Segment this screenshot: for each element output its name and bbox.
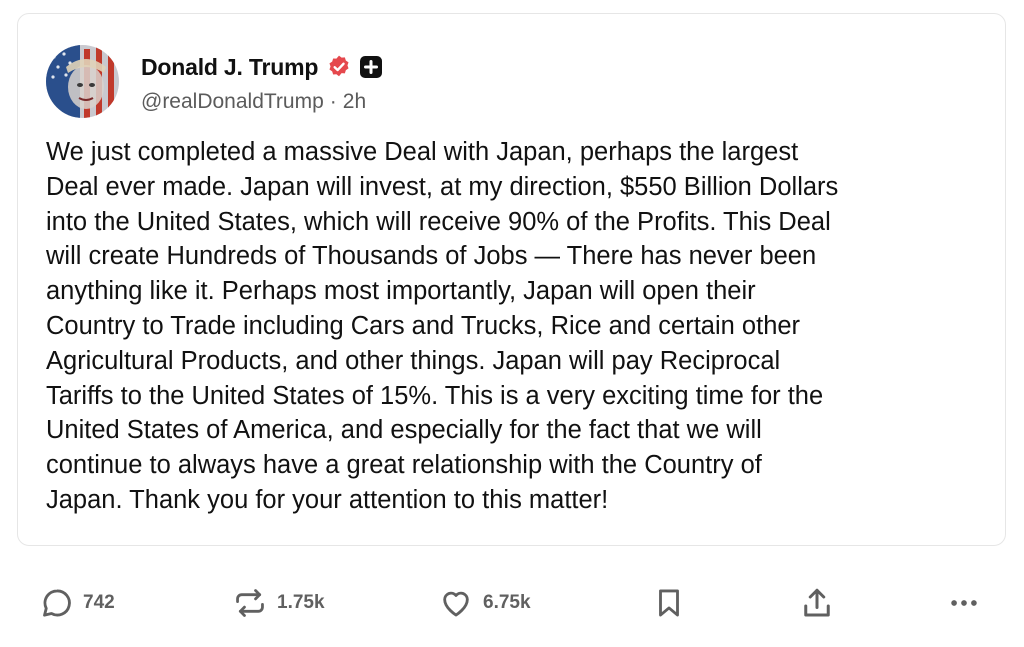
author-handle[interactable]: @realDonaldTrump xyxy=(141,90,324,114)
like-count: 6.75k xyxy=(483,592,531,613)
more-icon xyxy=(951,600,977,606)
verified-badge-icon xyxy=(326,54,352,80)
like-button[interactable]: 6.75k xyxy=(438,580,531,626)
reply-count: 742 xyxy=(83,592,115,613)
avatar-image xyxy=(46,45,119,118)
avatar[interactable] xyxy=(46,45,119,118)
post-timestamp[interactable]: 2h xyxy=(343,90,366,114)
more-options-button[interactable] xyxy=(946,580,982,626)
reply-button[interactable]: 742 xyxy=(40,580,115,626)
post-action-bar: 742 1.75k 6.75k xyxy=(0,580,1024,626)
author-display-name[interactable]: Donald J. Trump xyxy=(141,54,318,81)
separator-dot: · xyxy=(329,90,337,113)
post-card: Donald J. Trump @realDonaldTrump · 2h We… xyxy=(17,13,1006,546)
share-button[interactable] xyxy=(799,580,835,626)
bookmark-icon xyxy=(659,589,679,617)
bookmark-button[interactable] xyxy=(652,580,686,626)
heart-icon xyxy=(443,591,469,617)
post-text: We just completed a massive Deal with Ja… xyxy=(46,138,839,514)
retruth-icon xyxy=(236,589,264,617)
plus-badge-icon xyxy=(359,55,383,79)
retruth-button[interactable]: 1.75k xyxy=(232,580,325,626)
share-icon xyxy=(804,588,830,617)
reply-icon xyxy=(43,589,71,617)
retruth-count: 1.75k xyxy=(277,592,325,613)
